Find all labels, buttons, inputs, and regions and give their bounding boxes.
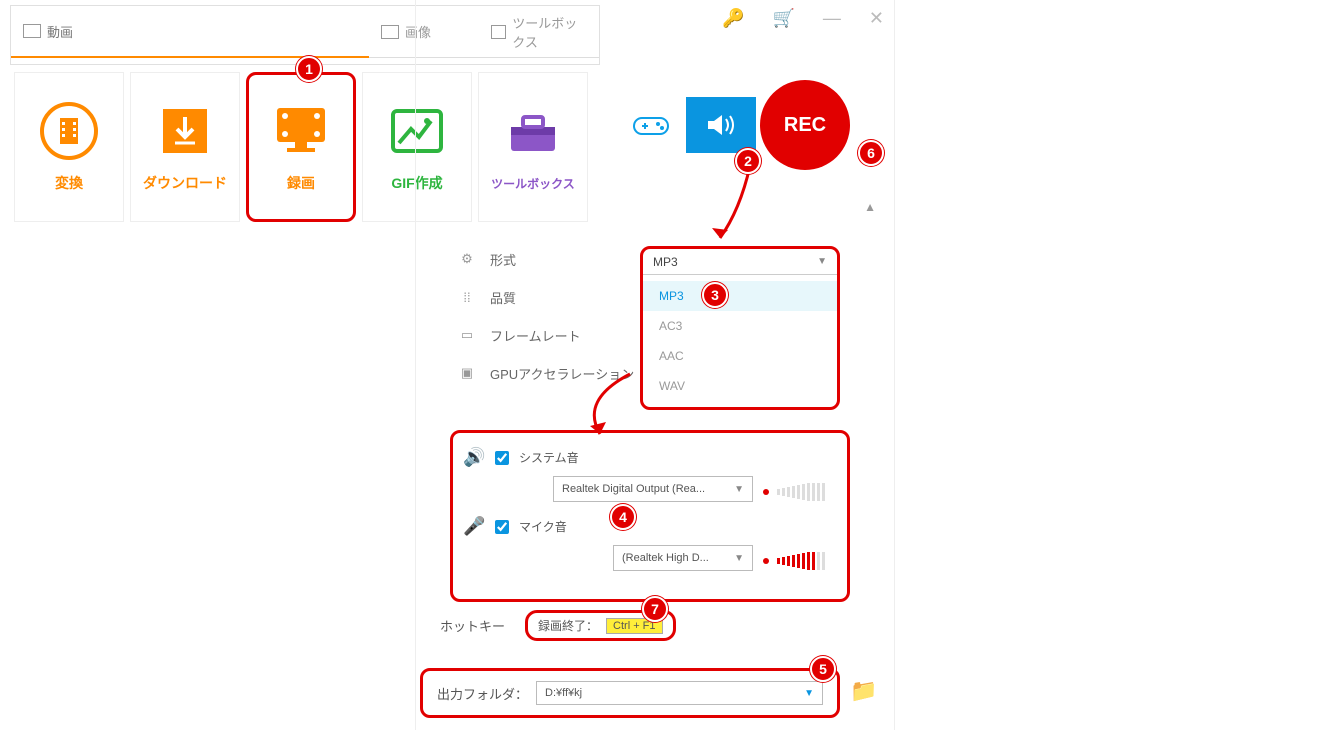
tile-download[interactable]: ダウンロード: [130, 72, 240, 222]
setting-framerate-label: フレームレート: [490, 326, 581, 345]
chevron-down-icon: ▼: [804, 688, 814, 699]
minimize-button[interactable]: —: [823, 8, 841, 29]
annotation-arrow-2-to-3: [640, 160, 760, 250]
setting-quality-label: 品質: [490, 288, 516, 307]
collapse-chevron-icon[interactable]: ▲: [864, 200, 876, 214]
tile-download-label: ダウンロード: [143, 173, 227, 193]
format-option-mp3[interactable]: MP3: [643, 281, 837, 311]
hotkey-end-label: 録画終了：: [538, 617, 598, 634]
mode-game-button[interactable]: [616, 97, 686, 153]
mic-checkbox[interactable]: [495, 520, 509, 534]
hotkey-row: ホットキー 録画終了： Ctrl + F1: [440, 610, 676, 641]
setting-format-label: 形式: [490, 250, 516, 269]
tile-convert[interactable]: 変換: [14, 72, 124, 222]
system-device-value: Realtek Digital Output (Rea...: [562, 483, 705, 495]
audio-settings-box: 🔊 システム音 Realtek Digital Output (Rea... ▼…: [450, 430, 850, 602]
output-folder-box: 出力フォルダ： D:¥ff¥kj ▼: [420, 668, 840, 718]
speaker-icon: [704, 111, 738, 139]
output-path-value: D:¥ff¥kj: [545, 687, 582, 699]
video-tab-icon: [23, 24, 41, 38]
gamepad-icon: [632, 112, 670, 138]
output-path-select[interactable]: D:¥ff¥kj ▼: [536, 681, 823, 705]
key-icon[interactable]: 🔑: [722, 8, 744, 29]
tile-record-label: 録画: [287, 173, 315, 193]
system-level-meter: [763, 483, 825, 501]
download-icon: [153, 101, 217, 161]
gpu-icon: ▣: [456, 362, 478, 384]
image-tab-icon: [381, 25, 399, 39]
tab-video[interactable]: 動画: [11, 6, 369, 58]
annotation-badge-7: 7: [642, 596, 668, 622]
annotation-arrow-3-to-4: [570, 370, 690, 450]
annotation-badge-5: 5: [810, 656, 836, 682]
output-label: 出力フォルダ：: [437, 684, 528, 703]
system-sound-icon: 🔊: [463, 447, 485, 468]
rec-button[interactable]: REC: [760, 80, 850, 170]
close-button[interactable]: ✕: [869, 8, 884, 29]
rec-label: REC: [784, 114, 826, 137]
chevron-down-icon: ▼: [817, 256, 827, 267]
chevron-down-icon: ▼: [734, 484, 744, 495]
mic-device-value: (Realtek High D...: [622, 552, 709, 564]
annotation-badge-3: 3: [702, 282, 728, 308]
mic-label: マイク音: [519, 518, 567, 535]
annotation-badge-2: 2: [735, 148, 761, 174]
mode-audio-button[interactable]: [686, 97, 756, 153]
system-device-select[interactable]: Realtek Digital Output (Rea... ▼: [553, 476, 753, 502]
mic-device-select[interactable]: (Realtek High D... ▼: [613, 545, 753, 571]
format-icon: ⚙: [456, 248, 478, 270]
hotkey-label: ホットキー: [440, 616, 505, 635]
microphone-icon: 🎤: [463, 516, 485, 537]
open-folder-button[interactable]: 📁: [850, 678, 877, 704]
annotation-badge-1: 1: [296, 56, 322, 82]
tile-record[interactable]: 録画: [246, 72, 356, 222]
convert-icon: [37, 101, 101, 161]
system-sound-label: システム音: [519, 449, 579, 466]
annotation-badge-4: 4: [610, 504, 636, 530]
annotation-badge-6: 6: [858, 140, 884, 166]
quality-icon: ⁞⁞: [456, 286, 478, 308]
tile-convert-label: 変換: [55, 173, 83, 193]
format-selected-value: MP3: [653, 255, 678, 269]
cart-icon[interactable]: 🛒: [772, 8, 794, 29]
format-selected[interactable]: MP3 ▼: [643, 249, 837, 275]
tab-video-label: 動画: [47, 22, 73, 41]
format-option-aac[interactable]: AAC: [643, 341, 837, 371]
format-option-ac3[interactable]: AC3: [643, 311, 837, 341]
system-sound-checkbox[interactable]: [495, 451, 509, 465]
record-icon: [269, 101, 333, 161]
chevron-down-icon: ▼: [734, 553, 744, 564]
framerate-icon: ▭: [456, 324, 478, 346]
mic-level-meter: [763, 552, 825, 570]
